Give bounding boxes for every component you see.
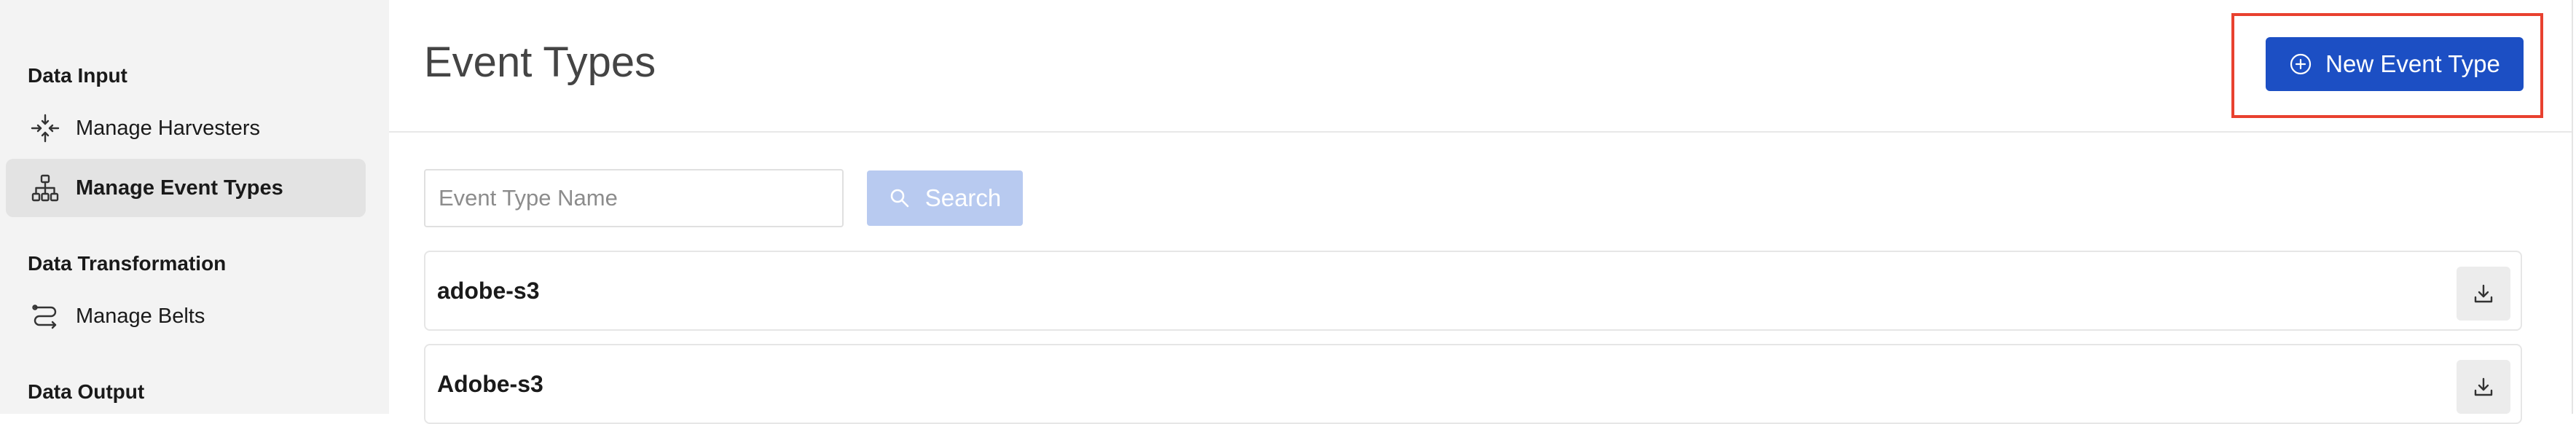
sidebar: Data Input Manage Harvesters Manage Even… [0, 0, 389, 414]
event-type-name-input[interactable] [424, 169, 844, 227]
new-event-type-button[interactable]: New Event Type [2266, 37, 2524, 91]
new-event-type-label: New Event Type [2325, 50, 2500, 77]
section-title-data-input: Data Input [28, 64, 127, 87]
hierarchy-icon [29, 172, 61, 204]
plus-circle-icon [2289, 52, 2312, 76]
search-button-label: Search [924, 184, 1002, 211]
download-button[interactable] [2457, 267, 2510, 321]
scrollbar-divider [2572, 0, 2573, 414]
belt-icon [29, 300, 61, 332]
search-button[interactable]: Search [867, 170, 1023, 226]
section-title-data-transformation: Data Transformation [28, 252, 227, 275]
search-icon [889, 187, 911, 209]
sidebar-item-label: Manage Belts [76, 304, 205, 328]
event-type-name: Adobe-s3 [437, 370, 543, 397]
sidebar-item-label: Manage Harvesters [76, 116, 261, 140]
sidebar-item-manage-harvesters[interactable]: Manage Harvesters [6, 99, 366, 157]
page-title: Event Types [424, 39, 656, 86]
download-icon [2473, 283, 2494, 305]
list-item[interactable]: Adobe-s3 [424, 344, 2522, 424]
sidebar-item-manage-belts[interactable]: Manage Belts [6, 287, 366, 345]
list-item[interactable]: adobe-s3 [424, 251, 2522, 331]
event-type-name: adobe-s3 [437, 277, 540, 304]
download-icon [2473, 376, 2494, 398]
harvester-icon [29, 112, 61, 144]
sidebar-item-label: Manage Event Types [76, 176, 283, 200]
download-button[interactable] [2457, 360, 2510, 414]
sidebar-item-manage-event-types[interactable]: Manage Event Types [6, 159, 366, 217]
section-title-data-output: Data Output [28, 380, 145, 403]
header-divider [389, 131, 2572, 133]
